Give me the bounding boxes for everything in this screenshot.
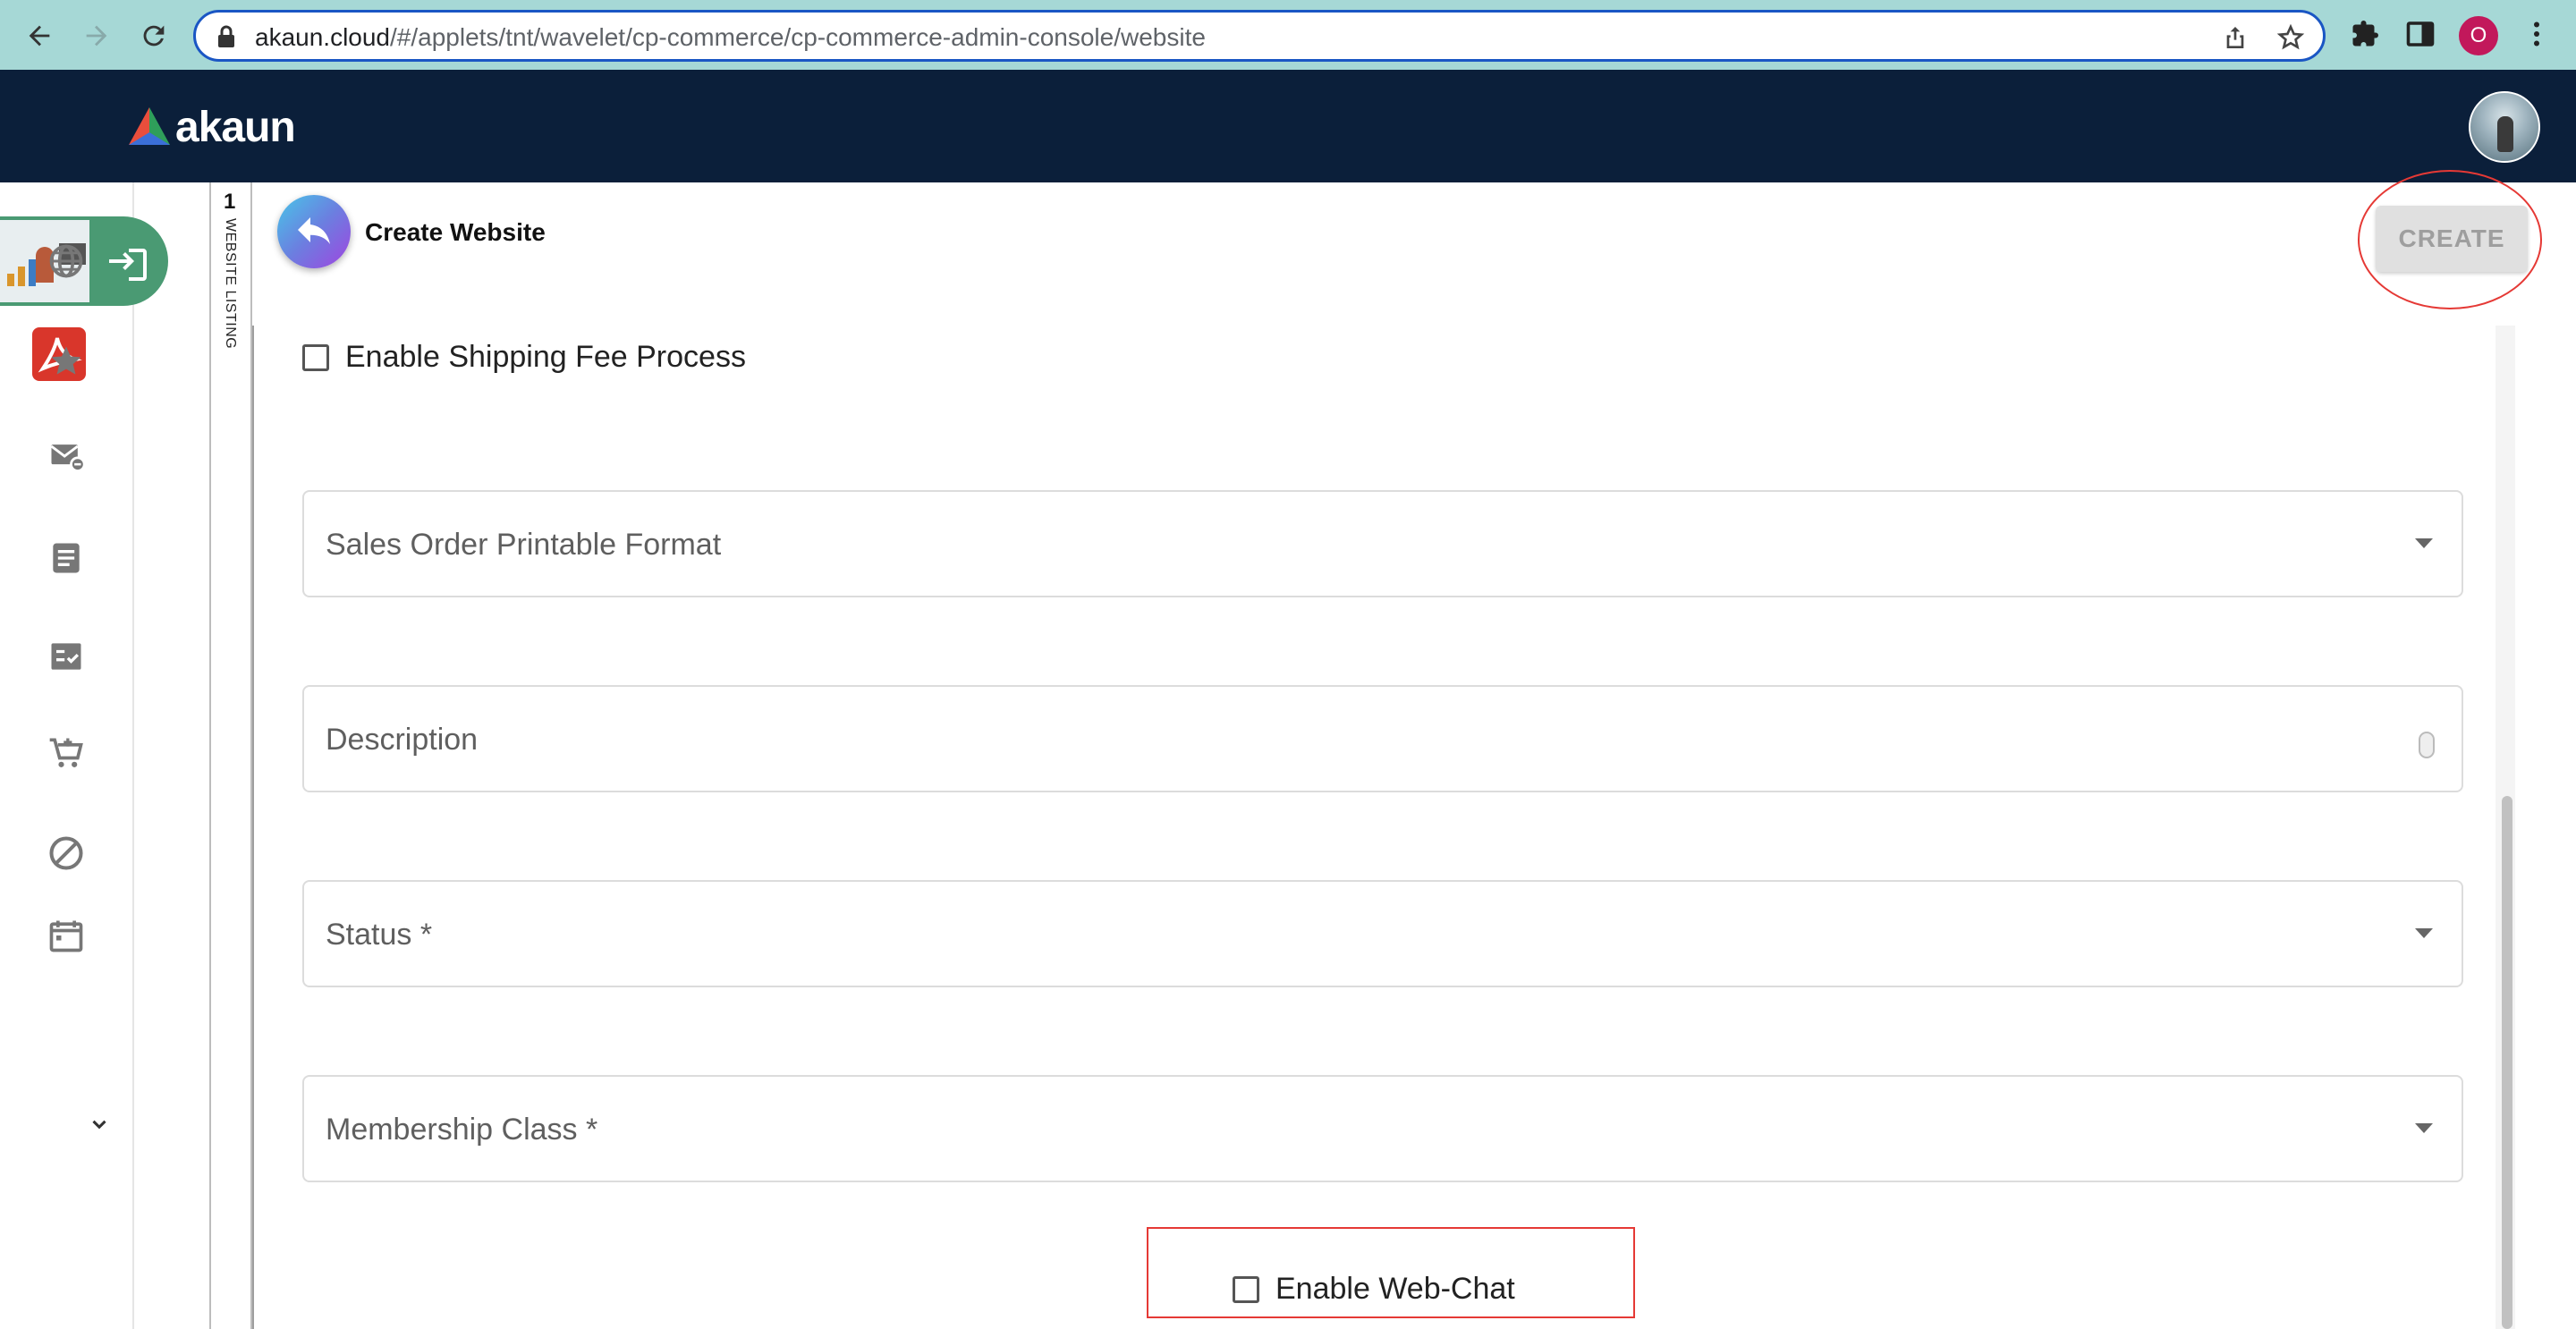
- tab-label: WEBSITE LISTING: [223, 218, 238, 350]
- url-text: akaun.cloud/#/applets/tnt/wavelet/cp-com…: [255, 23, 1206, 51]
- sales-order-format-label: Sales Order Printable Format: [326, 528, 722, 562]
- browser-toolbar: akaun.cloud/#/applets/tnt/wavelet/cp-com…: [0, 0, 2576, 70]
- star-icon: [51, 346, 81, 375]
- enable-shipping-fee-label: Enable Shipping Fee Process: [345, 340, 746, 374]
- website-listing-tab[interactable]: 1 WEBSITE LISTING: [209, 182, 252, 1329]
- reply-arrow-icon: [298, 217, 330, 244]
- back-arrow-icon[interactable]: [18, 14, 61, 57]
- share-icon[interactable]: [2221, 23, 2250, 52]
- sidebar-item-tasks[interactable]: [45, 635, 88, 678]
- enable-webchat-row[interactable]: Enable Web-Chat: [1233, 1272, 1515, 1307]
- sidebar-item-favorites[interactable]: [45, 340, 88, 383]
- sidebar-item-blocked[interactable]: [45, 832, 88, 875]
- akaun-logo-icon: [129, 107, 170, 145]
- textarea-resize-handle[interactable]: [2419, 732, 2435, 758]
- dropdown-arrow-icon: [2415, 1123, 2433, 1133]
- panel-header: Create Website CREATE: [252, 182, 2542, 326]
- user-avatar[interactable]: [2469, 91, 2540, 163]
- chevron-down-icon[interactable]: [88, 1113, 111, 1136]
- extensions-icon[interactable]: [2349, 18, 2381, 50]
- calendar-icon: [49, 920, 83, 952]
- membership-class-select[interactable]: Membership Class *: [302, 1075, 2463, 1182]
- sidebar-item-calendar[interactable]: [45, 914, 88, 957]
- mail-icon: [50, 444, 86, 472]
- back-button[interactable]: [277, 195, 351, 268]
- app-header: akaun: [0, 70, 2576, 182]
- checklist-icon: [51, 643, 81, 670]
- applet-sidebar: [0, 182, 168, 1329]
- membership-class-label: Membership Class *: [326, 1113, 598, 1147]
- cart-icon: [49, 738, 83, 767]
- side-panel-icon[interactable]: [2404, 18, 2436, 50]
- dropdown-arrow-icon: [2415, 538, 2433, 548]
- create-button-highlight: [2358, 170, 2542, 309]
- page-title: Create Website: [365, 218, 546, 246]
- bookmark-star-icon[interactable]: [2276, 23, 2305, 52]
- sidebar-item-website[interactable]: [45, 240, 88, 283]
- status-select[interactable]: Status *: [302, 880, 2463, 987]
- address-bar[interactable]: akaun.cloud/#/applets/tnt/wavelet/cp-com…: [193, 10, 2326, 62]
- browser-menu-icon[interactable]: [2521, 18, 2553, 50]
- lock-icon: [218, 25, 234, 47]
- dropdown-arrow-icon: [2415, 928, 2433, 938]
- block-icon: [49, 836, 83, 870]
- enable-webchat-label: Enable Web-Chat: [1275, 1272, 1515, 1306]
- reload-icon[interactable]: [132, 14, 175, 57]
- forward-arrow-icon[interactable]: [75, 14, 118, 57]
- document-icon: [53, 543, 80, 573]
- sidebar-item-documents[interactable]: [45, 537, 88, 580]
- akaun-logo[interactable]: akaun: [125, 102, 296, 152]
- enable-shipping-fee-row[interactable]: Enable Shipping Fee Process: [302, 340, 746, 375]
- tab-count: 1: [224, 190, 236, 214]
- sales-order-format-select[interactable]: Sales Order Printable Format: [302, 490, 2463, 597]
- enable-shipping-fee-checkbox[interactable]: [302, 343, 329, 371]
- description-label: Description: [326, 723, 479, 757]
- browser-profile-avatar[interactable]: O: [2459, 16, 2498, 55]
- description-textarea[interactable]: Description: [302, 685, 2463, 792]
- login-icon[interactable]: [107, 245, 150, 281]
- sidebar-item-cart[interactable]: [45, 732, 88, 775]
- form-scrollbar-thumb[interactable]: [2502, 796, 2512, 1329]
- globe-icon: [49, 244, 83, 278]
- sidebar-item-mail[interactable]: [45, 435, 88, 478]
- enable-webchat-checkbox[interactable]: [1233, 1275, 1259, 1303]
- status-label: Status *: [326, 918, 433, 952]
